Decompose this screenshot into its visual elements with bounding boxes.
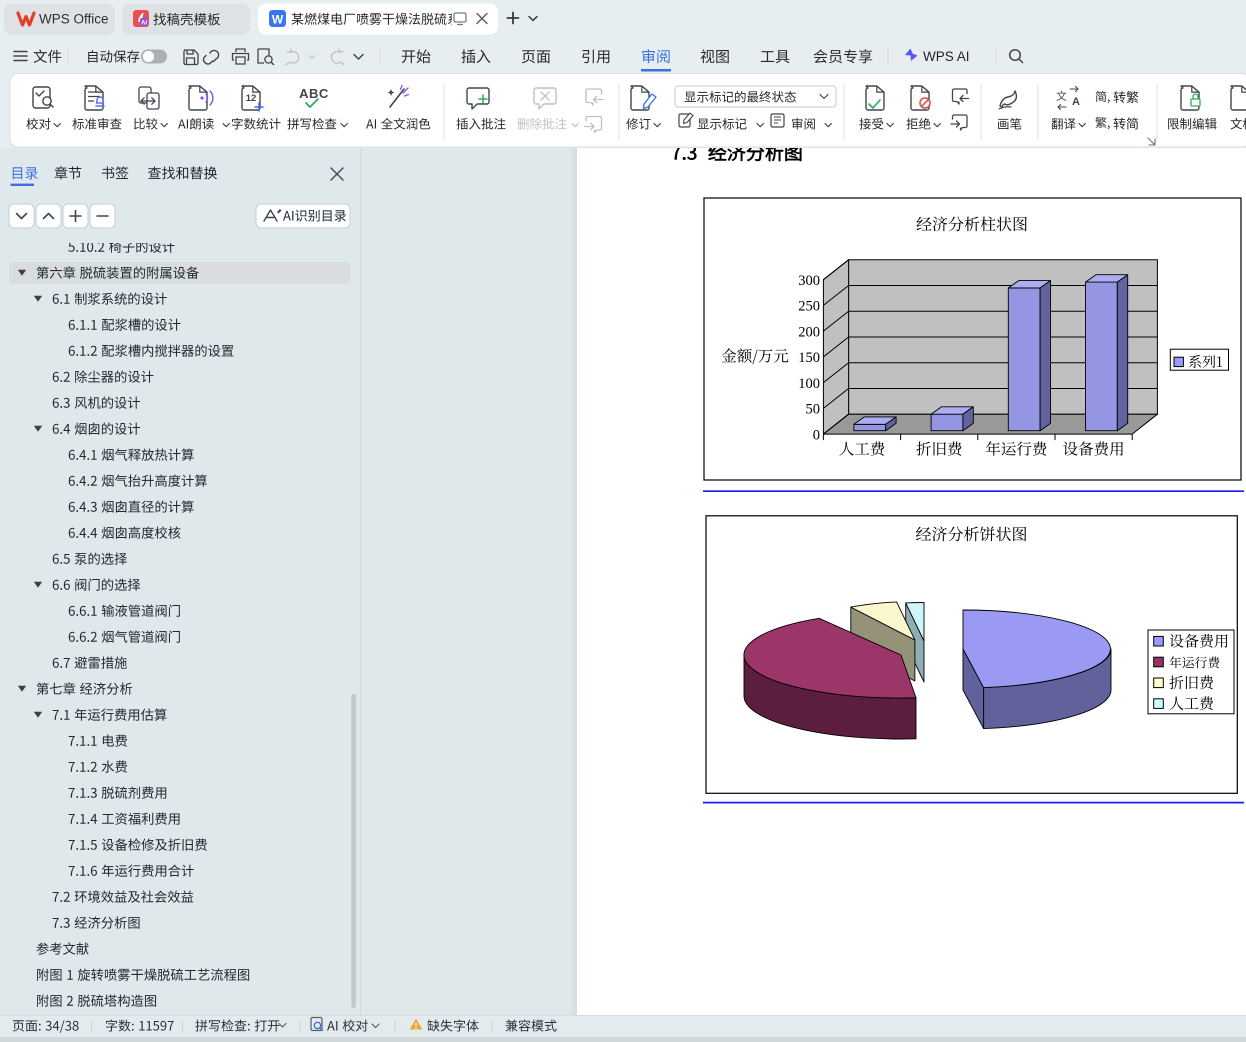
svg-text:WPS Office: WPS Office [39,12,109,27]
svg-text:W: W [272,12,284,26]
svg-text:ABC: ABC [299,86,329,101]
svg-text:50: 50 [806,402,821,418]
svg-text:300: 300 [798,273,820,289]
svg-text:250: 250 [798,299,820,315]
svg-text:0: 0 [813,427,820,443]
svg-text:12: 12 [246,93,257,104]
svg-text:150: 150 [798,350,820,366]
svg-text:100: 100 [798,376,820,392]
svg-text:A: A [1072,96,1080,108]
svg-text:AI: AI [141,21,147,27]
svg-text:WPS AI: WPS AI [923,49,970,64]
svg-text:200: 200 [798,324,820,340]
